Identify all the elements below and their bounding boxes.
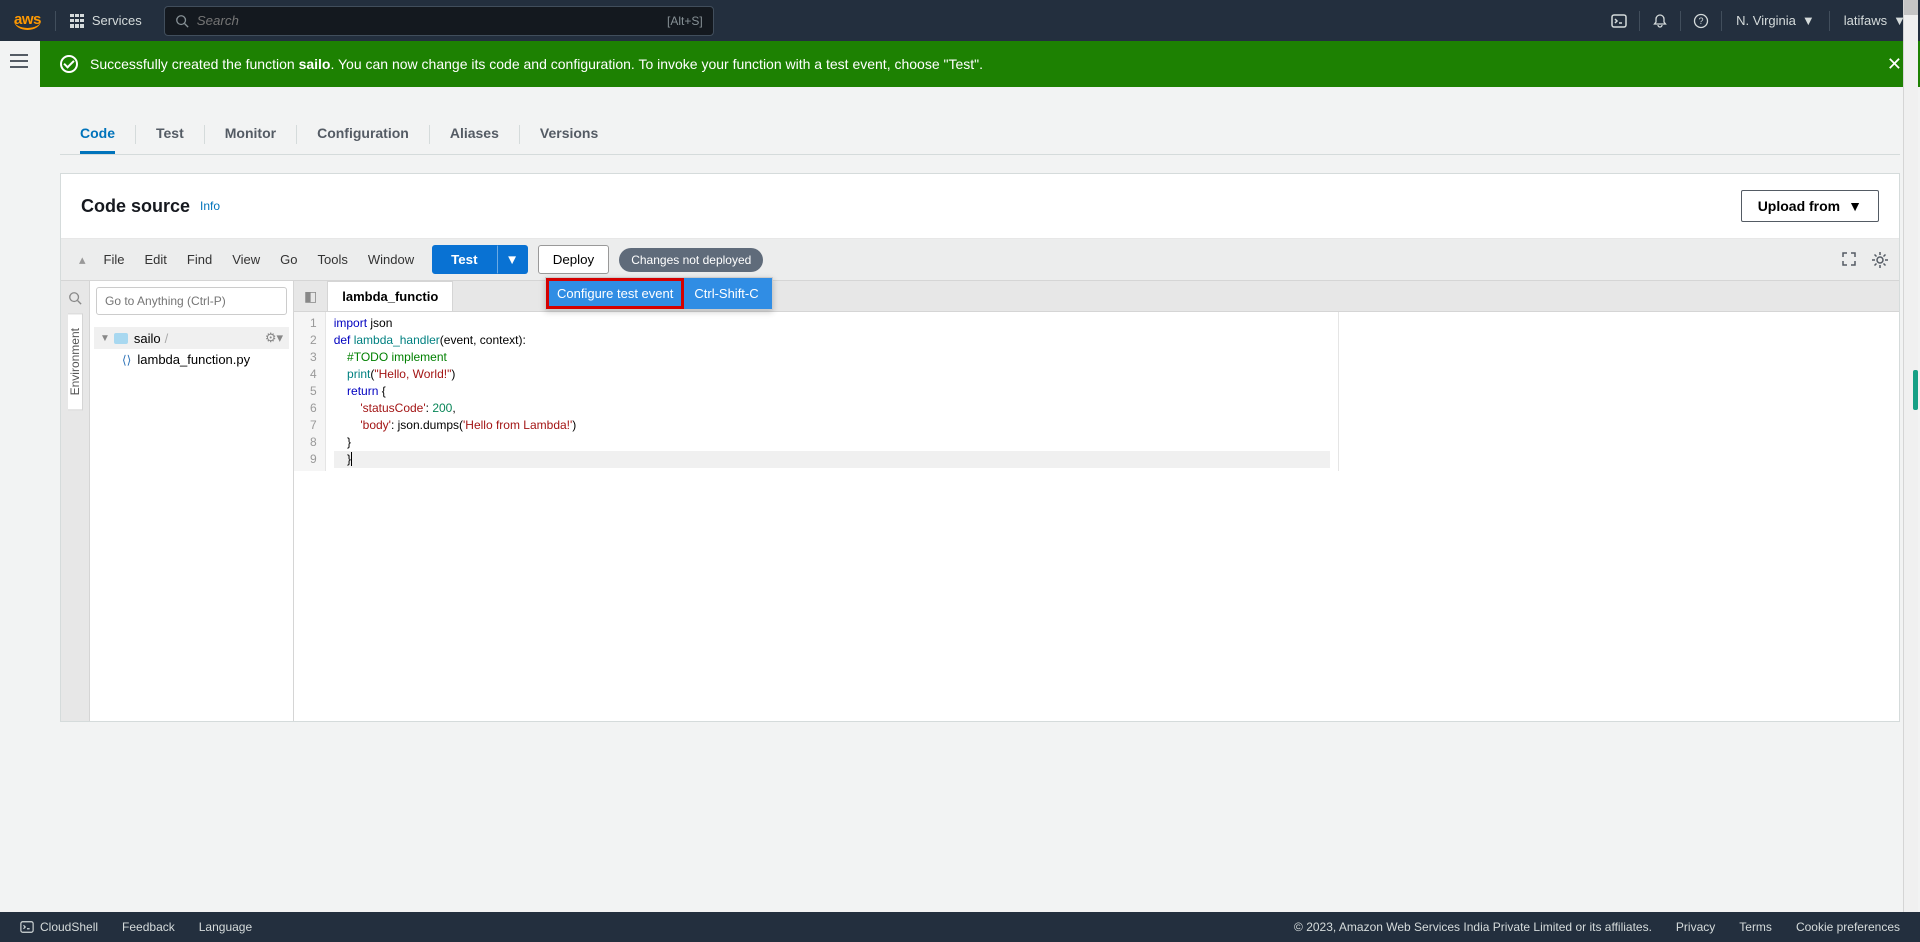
scrollbar[interactable] (1903, 0, 1918, 912)
folder-icon (114, 333, 128, 344)
menu-tools[interactable]: Tools (307, 246, 357, 273)
search-container: [Alt+S] (164, 6, 714, 36)
test-dropdown-button[interactable]: ▼ (497, 245, 528, 274)
feedback-link[interactable]: Feedback (122, 920, 175, 934)
main-content: Code Test Monitor Configuration Aliases … (40, 115, 1920, 722)
privacy-link[interactable]: Privacy (1676, 920, 1715, 934)
help-icon[interactable]: ? (1681, 0, 1721, 41)
close-icon[interactable]: ✕ (1887, 54, 1902, 75)
language-link[interactable]: Language (199, 920, 252, 934)
tree-root[interactable]: ▼ sailo / ⚙▾ (94, 327, 289, 349)
editor-toolbar: ▴ File Edit Find View Go Tools Window Te… (61, 239, 1899, 281)
tree-file[interactable]: ⟨⟩ lambda_function.py (94, 349, 289, 370)
notifications-icon[interactable] (1640, 0, 1680, 41)
search-icon (175, 14, 189, 28)
menu-edit[interactable]: Edit (134, 246, 176, 273)
menu-file[interactable]: File (94, 246, 135, 273)
configure-test-event-item[interactable]: Configure test event Ctrl-Shift-C (546, 278, 772, 309)
scroll-up-icon[interactable] (1904, 0, 1918, 15)
menu-window[interactable]: Window (358, 246, 424, 273)
editor-body: Environment ▼ sailo / ⚙▾ ⟨⟩ lambda_funct… (61, 281, 1899, 721)
region-selector[interactable]: N. Virginia▼ (1722, 13, 1829, 28)
aws-logo[interactable]: aws (0, 11, 55, 30)
card-header: Code source Info Upload from▼ (61, 174, 1899, 239)
hamburger-icon[interactable] (10, 54, 28, 68)
code-editor[interactable]: 123456789 import json def lambda_handler… (294, 312, 1899, 471)
tab-code[interactable]: Code (80, 115, 115, 154)
line-gutter: 123456789 (294, 312, 326, 471)
cookie-preferences-link[interactable]: Cookie preferences (1796, 920, 1900, 934)
card-title: Code source (81, 196, 190, 217)
search-input[interactable] (197, 13, 667, 28)
tree-gear-icon[interactable]: ⚙▾ (265, 330, 283, 346)
environment-tab[interactable]: Environment (68, 313, 83, 410)
menu-go[interactable]: Go (270, 246, 307, 273)
copyright: © 2023, Amazon Web Services India Privat… (1294, 920, 1652, 934)
check-icon (60, 55, 78, 73)
search-box[interactable]: [Alt+S] (164, 6, 714, 36)
top-nav: aws Services [Alt+S] ? N. Virginia▼ lati… (0, 0, 1920, 41)
tab-aliases[interactable]: Aliases (450, 115, 499, 154)
deploy-status: Changes not deployed (619, 248, 763, 272)
test-button[interactable]: Test (432, 245, 496, 274)
services-menu[interactable]: Services (56, 13, 156, 28)
tabbar-toggle-icon[interactable]: ◧ (294, 282, 327, 311)
scroll-thumb[interactable] (1913, 370, 1918, 410)
search-shortcut: [Alt+S] (667, 14, 703, 28)
goto-input[interactable] (96, 287, 287, 315)
upload-from-button[interactable]: Upload from▼ (1741, 190, 1879, 222)
grid-icon (70, 14, 84, 28)
success-banner: Successfully created the function sailo.… (40, 41, 1920, 87)
collapse-icon[interactable]: ▴ (71, 252, 94, 268)
terms-link[interactable]: Terms (1739, 920, 1772, 934)
caret-down-icon: ▼ (1848, 198, 1862, 214)
settings-gear-icon[interactable] (1871, 251, 1889, 269)
file-tree: ▼ sailo / ⚙▾ ⟨⟩ lambda_function.py (90, 321, 293, 376)
function-tabs: Code Test Monitor Configuration Aliases … (60, 115, 1900, 155)
tab-configuration[interactable]: Configuration (317, 115, 409, 154)
cloudshell-link[interactable]: CloudShell (20, 920, 98, 934)
caret-icon: ▼ (100, 333, 110, 344)
env-sidebar: Environment (61, 281, 90, 721)
info-link[interactable]: Info (200, 199, 220, 213)
banner-text: Successfully created the function sailo.… (90, 56, 983, 72)
menu-find[interactable]: Find (177, 246, 222, 273)
file-icon: ⟨⟩ (122, 353, 131, 367)
tab-monitor[interactable]: Monitor (225, 115, 276, 154)
fullscreen-icon[interactable] (1841, 251, 1857, 269)
file-tab[interactable]: lambda_functio (327, 281, 453, 311)
test-dropdown-menu: Configure test event Ctrl-Shift-C (545, 277, 773, 310)
code-area: ◧ lambda_functio 123456789 import json d… (294, 281, 1899, 721)
code-source-card: Code source Info Upload from▼ ▴ File Edi… (60, 173, 1900, 722)
footer: CloudShell Feedback Language © 2023, Ama… (0, 912, 1920, 942)
code-lines[interactable]: import json def lambda_handler(event, co… (326, 312, 1339, 471)
services-label: Services (92, 13, 142, 28)
file-explorer: ▼ sailo / ⚙▾ ⟨⟩ lambda_function.py (90, 281, 294, 721)
tree-search-icon[interactable] (68, 285, 82, 311)
deploy-button[interactable]: Deploy (538, 245, 610, 274)
tab-test[interactable]: Test (156, 115, 184, 154)
editor-tabbar: ◧ lambda_functio (294, 281, 1899, 312)
menu-view[interactable]: View (222, 246, 270, 273)
svg-text:?: ? (1699, 16, 1704, 26)
cloudshell-icon[interactable] (1599, 0, 1639, 41)
tab-versions[interactable]: Versions (540, 115, 598, 154)
